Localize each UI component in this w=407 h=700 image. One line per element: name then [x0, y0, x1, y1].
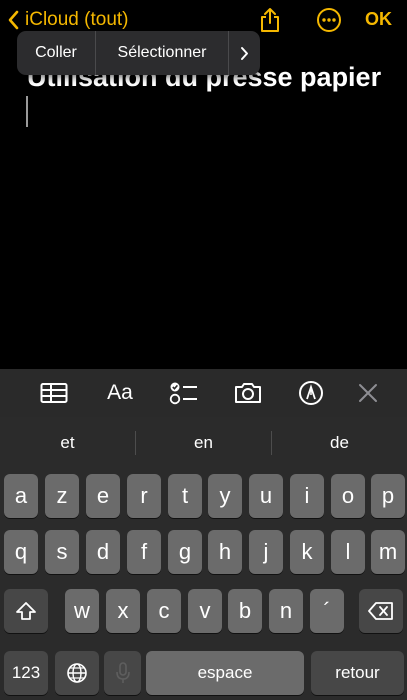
keyboard: et en de a z e r t y u i o p q s d f g h… [0, 417, 407, 700]
back-button[interactable]: iCloud (tout) [8, 7, 129, 33]
key-h[interactable]: h [208, 530, 242, 574]
space-key[interactable]: espace [146, 651, 304, 695]
key-e[interactable]: e [86, 474, 120, 518]
key-s[interactable]: s [45, 530, 79, 574]
key-v[interactable]: v [188, 589, 222, 633]
shift-key[interactable] [4, 589, 48, 633]
key-f[interactable]: f [127, 530, 161, 574]
key-t[interactable]: t [168, 474, 202, 518]
key-c[interactable]: c [147, 589, 181, 633]
edit-menu: Coller Sélectionner [17, 31, 260, 75]
key-y[interactable]: y [208, 474, 242, 518]
checklist-icon [169, 382, 197, 405]
key-r[interactable]: r [127, 474, 161, 518]
chevron-left-icon [8, 10, 19, 30]
key-z[interactable]: z [45, 474, 79, 518]
key-x[interactable]: x [106, 589, 140, 633]
close-icon [359, 384, 377, 402]
ellipsis-circle-icon [317, 8, 341, 32]
chevron-right-icon [241, 46, 248, 60]
key-g[interactable]: g [168, 530, 202, 574]
back-label: iCloud (tout) [25, 9, 129, 30]
key-a[interactable]: a [4, 474, 38, 518]
dictation-key[interactable] [104, 651, 141, 695]
key-i[interactable]: i [290, 474, 324, 518]
key-l[interactable]: l [331, 530, 365, 574]
menu-next-button[interactable] [229, 31, 260, 75]
format-toolbar: Aa [0, 369, 407, 417]
key-p[interactable]: p [371, 474, 405, 518]
share-icon [261, 8, 279, 32]
shift-icon [16, 602, 36, 620]
suggestion-bar: et en de [0, 417, 407, 469]
select-button[interactable]: Sélectionner [96, 31, 228, 75]
camera-icon [235, 383, 261, 403]
text-format-button[interactable]: Aa [105, 379, 135, 407]
numbers-key[interactable]: 123 [4, 651, 48, 695]
key-u[interactable]: u [249, 474, 283, 518]
checklist-button[interactable] [169, 379, 199, 407]
backspace-icon [368, 602, 393, 620]
more-button[interactable] [316, 7, 342, 33]
close-toolbar-button[interactable] [353, 379, 383, 407]
paste-button[interactable]: Coller [17, 31, 95, 75]
key-j[interactable]: j [249, 530, 283, 574]
key-m[interactable]: m [371, 530, 405, 574]
suggestion-item[interactable]: en [136, 417, 271, 469]
share-button[interactable] [257, 7, 283, 33]
key-accent[interactable]: ´ [310, 589, 344, 633]
table-icon [40, 383, 68, 403]
key-o[interactable]: o [331, 474, 365, 518]
delete-key[interactable] [359, 589, 403, 633]
key-d[interactable]: d [86, 530, 120, 574]
key-w[interactable]: w [65, 589, 99, 633]
key-k[interactable]: k [290, 530, 324, 574]
markup-pen-icon [299, 381, 323, 405]
suggestion-item[interactable]: de [272, 417, 407, 469]
markup-button[interactable] [296, 379, 326, 407]
table-button[interactable] [39, 379, 69, 407]
globe-icon [67, 663, 87, 683]
text-cursor [26, 96, 28, 127]
camera-button[interactable] [233, 379, 263, 407]
done-button[interactable]: OK [365, 9, 392, 30]
return-key[interactable]: retour [311, 651, 404, 695]
key-b[interactable]: b [228, 589, 262, 633]
key-n[interactable]: n [269, 589, 303, 633]
key-q[interactable]: q [4, 530, 38, 574]
microphone-icon [115, 662, 130, 683]
suggestion-item[interactable]: et [0, 417, 135, 469]
globe-key[interactable] [55, 651, 99, 695]
